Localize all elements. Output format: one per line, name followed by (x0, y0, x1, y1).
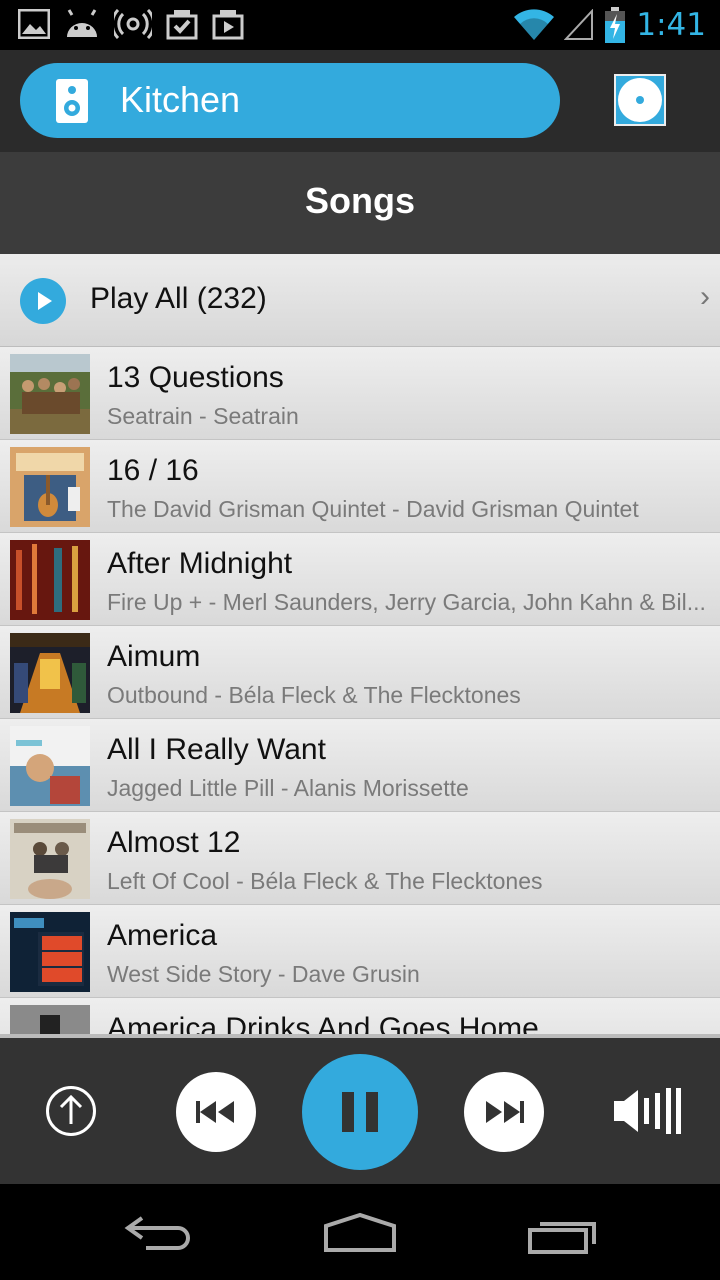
signal-icon (564, 9, 594, 40)
back-icon[interactable] (122, 1214, 194, 1254)
queue-up-button[interactable] (46, 1086, 96, 1136)
pause-icon (342, 1092, 378, 1132)
room-selector-button[interactable]: Kitchen (20, 63, 560, 138)
wifi-icon (514, 9, 555, 40)
download-play-icon (212, 10, 244, 40)
previous-button[interactable] (176, 1072, 256, 1152)
album-art (10, 1005, 90, 1034)
album-art (10, 633, 90, 713)
list-item[interactable]: Almost 12 Left Of Cool - Béla Fleck & Th… (0, 812, 720, 905)
player-controls (0, 1034, 720, 1184)
list-item[interactable]: America Drinks And Goes Home (0, 998, 720, 1034)
song-subtitle: Outbound - Béla Fleck & The Flecktones (107, 682, 521, 708)
song-title: Aimum (107, 640, 201, 673)
room-bar: Kitchen (0, 50, 720, 152)
album-art (10, 726, 90, 806)
recents-icon[interactable] (526, 1216, 598, 1256)
play-icon (20, 278, 66, 324)
disc-icon (616, 76, 664, 124)
volume-button[interactable] (612, 1086, 682, 1136)
title-bar: Songs (0, 152, 720, 254)
chevron-right-icon: › (700, 280, 710, 313)
list-item[interactable]: All I Really Want Jagged Little Pill - A… (0, 719, 720, 812)
song-subtitle: Jagged Little Pill - Alanis Morissette (107, 775, 469, 801)
play-all-label: Play All (232) (90, 282, 267, 315)
page-title: Songs (304, 180, 415, 221)
song-subtitle: The David Grisman Quintet - David Grisma… (107, 496, 639, 522)
system-nav-bar (0, 1184, 720, 1280)
room-label: Kitchen (120, 79, 241, 120)
speaker-icon (56, 79, 88, 123)
list-item[interactable]: America West Side Story - Dave Grusin (0, 905, 720, 998)
album-art (10, 540, 90, 620)
song-title: 16 / 16 (107, 454, 199, 487)
song-list[interactable]: Play All (232) › 13 Questions Seatrain -… (0, 254, 720, 1034)
play-all-row[interactable]: Play All (232) › (0, 254, 720, 347)
song-title: America Drinks And Goes Home (107, 1012, 539, 1034)
album-art (10, 447, 90, 527)
album-art (10, 912, 90, 992)
pause-button[interactable] (302, 1054, 418, 1170)
song-subtitle: Fire Up + - Merl Saunders, Jerry Garcia,… (107, 589, 706, 615)
battery-charging-icon (605, 7, 626, 43)
android-icon (67, 9, 97, 37)
wireless-icon (114, 9, 152, 39)
list-item[interactable]: After Midnight Fire Up + - Merl Saunders… (0, 533, 720, 626)
list-item[interactable]: Aimum Outbound - Béla Fleck & The Fleckt… (0, 626, 720, 719)
song-title: All I Really Want (107, 733, 326, 766)
clock: 1:41 (636, 7, 706, 43)
song-subtitle: Left Of Cool - Béla Fleck & The Fleckton… (107, 868, 543, 894)
album-art (10, 819, 90, 899)
next-button[interactable] (464, 1072, 544, 1152)
queue-up-icon (59, 1094, 83, 1124)
app-screen: 1:41 Kitchen Songs Play All (232) › 13 Q… (0, 0, 720, 1280)
volume-icon (614, 1088, 681, 1134)
status-bar: 1:41 (0, 0, 720, 50)
song-title: America (107, 919, 218, 952)
song-title: Almost 12 (107, 826, 241, 859)
image-icon (18, 9, 50, 39)
song-title: 13 Questions (107, 361, 284, 394)
list-item[interactable]: 13 Questions Seatrain - Seatrain (0, 347, 720, 440)
next-icon (486, 1101, 524, 1123)
song-title: After Midnight (107, 547, 293, 580)
previous-icon (196, 1101, 234, 1123)
list-item[interactable]: 16 / 16 The David Grisman Quintet - Davi… (0, 440, 720, 533)
album-art (10, 354, 90, 434)
home-icon[interactable] (322, 1212, 398, 1254)
now-playing-button[interactable] (614, 74, 666, 126)
song-subtitle: Seatrain - Seatrain (107, 403, 299, 429)
download-check-icon (166, 10, 198, 40)
song-subtitle: West Side Story - Dave Grusin (107, 961, 420, 987)
